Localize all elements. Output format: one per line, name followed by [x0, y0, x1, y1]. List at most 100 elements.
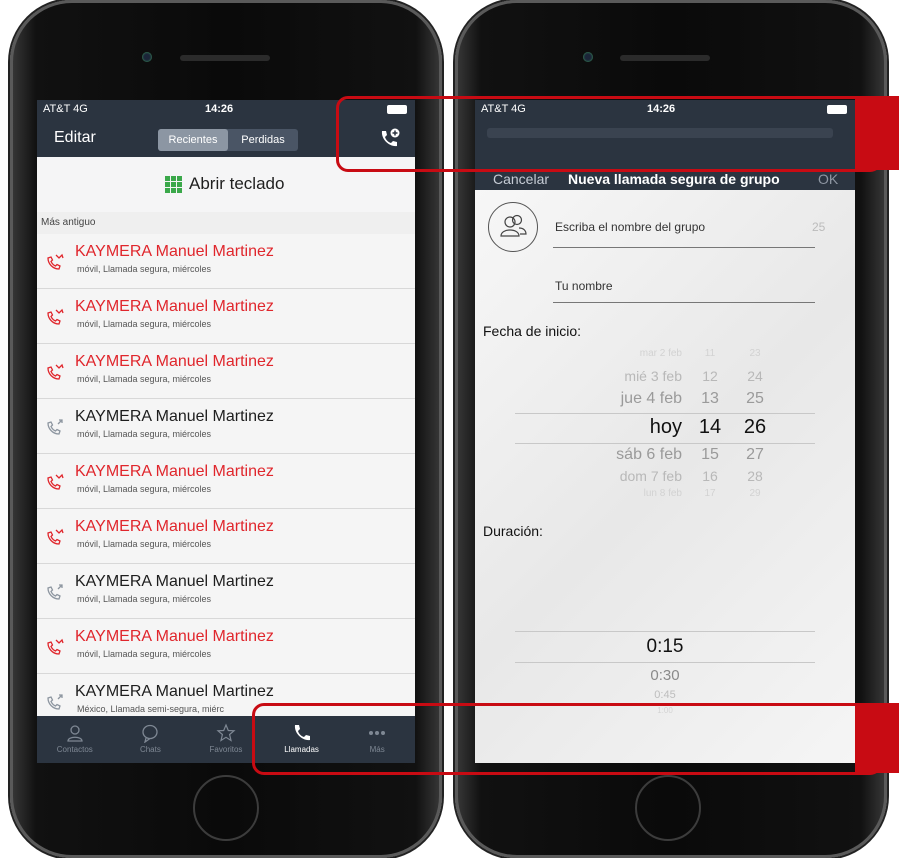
start-date-label: Fecha de inicio:	[483, 323, 582, 339]
call-row[interactable]: KAYMERA Manuel Martinez móvil, Llamada s…	[37, 619, 415, 674]
picker-minute: 28	[747, 468, 763, 484]
duration-option: 0:45	[654, 689, 676, 701]
outgoing-call-icon	[47, 419, 63, 435]
picker-hour: 14	[698, 416, 722, 438]
contacts-icon	[67, 725, 83, 742]
picker-minute: 29	[749, 488, 761, 499]
group-name-field[interactable]: Escriba el nombre del grupo	[555, 220, 705, 234]
recents-screen: AT&T 4G 14:26 Editar Recientes Perdidas …	[37, 100, 415, 763]
picker-day: hoy	[649, 416, 682, 438]
missed-call-icon	[47, 473, 64, 490]
outgoing-call-icon	[47, 694, 63, 710]
star-icon	[216, 723, 236, 742]
picker-selection-line	[515, 662, 815, 663]
picker-hour: 11	[704, 348, 716, 359]
keypad-icon	[165, 176, 182, 193]
duration-option: 0:30	[650, 667, 680, 684]
tab-label: Chats	[139, 745, 161, 754]
clock: 14:26	[205, 103, 234, 115]
recents-segmented-control: Recientes Perdidas	[158, 129, 298, 151]
group-call-form: Escriba el nombre del grupo 25 Tu nombre…	[475, 190, 855, 763]
cancel-button[interactable]: Cancelar	[493, 171, 549, 187]
picker-row: sáb 6 feb 15 27	[515, 446, 815, 468]
duration-label: Duración:	[483, 523, 543, 539]
picker-row: lun 8 feb 17 29	[515, 488, 815, 510]
caller-name: KAYMERA Manuel Martinez	[75, 298, 274, 315]
caller-name: KAYMERA Manuel Martinez	[75, 408, 274, 425]
page-title: Nueva llamada segura de grupo	[568, 171, 780, 187]
caller-name: KAYMERA Manuel Martinez	[75, 243, 274, 260]
picker-minute: 26	[743, 416, 767, 438]
call-details: móvil, Llamada segura, miércoles	[77, 539, 212, 549]
picker-minute: 25	[746, 390, 764, 407]
call-row[interactable]: KAYMERA Manuel Martinez móvil, Llamada s…	[37, 399, 415, 454]
picker-day: jue 4 feb	[620, 390, 682, 407]
start-date-picker[interactable]: mar 2 feb 11 23 mié 3 feb 12 24 jue 4 feb 13 2…	[515, 348, 815, 510]
open-keypad-label: Abrir teclado	[189, 174, 285, 193]
missed-call-icon	[47, 363, 64, 380]
highlight-top	[336, 96, 882, 172]
caller-name: KAYMERA Manuel Martinez	[75, 518, 274, 535]
picker-minute: 23	[749, 348, 761, 359]
tab-contactos[interactable]: Contactos	[37, 716, 113, 763]
picker-day: dom 7 feb	[619, 468, 682, 484]
call-details: móvil, Llamada segura, miércoles	[77, 649, 212, 659]
picker-day: mar 2 feb	[639, 348, 682, 359]
picker-row: jue 4 feb 13 25	[515, 390, 815, 412]
call-details: móvil, Llamada segura, miércoles	[77, 594, 212, 604]
picker-minute: 27	[746, 446, 764, 463]
picker-row-selected: hoy 14 26	[515, 416, 815, 438]
tab-chats[interactable]: Chats	[113, 716, 189, 763]
picker-day: sáb 6 feb	[616, 446, 682, 463]
edit-button[interactable]: Editar	[54, 129, 96, 147]
segment-recientes[interactable]: Recientes	[158, 129, 228, 151]
call-list: KAYMERA Manuel Martinez móvil, Llamada s…	[37, 234, 415, 729]
picker-selection-line	[515, 631, 815, 632]
missed-call-icon	[47, 638, 64, 655]
caller-name: KAYMERA Manuel Martinez	[75, 573, 274, 590]
picker-hour: 16	[702, 468, 718, 484]
caller-name: KAYMERA Manuel Martinez	[75, 628, 274, 645]
highlight-top-tab	[855, 96, 899, 170]
chats-icon	[142, 724, 159, 743]
front-camera	[142, 52, 152, 62]
ok-button[interactable]: OK	[818, 171, 838, 187]
call-details: México, Llamada semi-segura, miérc	[77, 704, 225, 714]
call-row[interactable]: KAYMERA Manuel Martinez móvil, Llamada s…	[37, 454, 415, 509]
front-camera	[583, 52, 593, 62]
highlight-bottom-tab	[855, 703, 899, 773]
your-name-field[interactable]: Tu nombre	[555, 279, 613, 293]
caller-name: KAYMERA Manuel Martinez	[75, 463, 274, 480]
call-row[interactable]: KAYMERA Manuel Martinez móvil, Llamada s…	[37, 234, 415, 289]
picker-day: mié 3 feb	[624, 368, 682, 384]
carrier-label: AT&T 4G	[43, 103, 88, 115]
missed-call-icon	[47, 308, 64, 325]
caller-name: KAYMERA Manuel Martinez	[75, 353, 274, 370]
your-name-underline	[553, 302, 815, 303]
call-details: móvil, Llamada segura, miércoles	[77, 484, 212, 494]
caller-name: KAYMERA Manuel Martinez	[75, 683, 274, 700]
missed-call-icon	[47, 528, 64, 545]
call-details: móvil, Llamada segura, miércoles	[77, 429, 212, 439]
segment-perdidas[interactable]: Perdidas	[228, 129, 298, 151]
section-header: Más antiguo	[37, 212, 415, 234]
picker-row: mié 3 feb 12 24	[515, 368, 815, 390]
earpiece-speaker	[620, 55, 710, 61]
tab-label: Contactos	[56, 745, 93, 754]
call-row[interactable]: KAYMERA Manuel Martinez móvil, Llamada s…	[37, 509, 415, 564]
picker-selection-line	[515, 443, 815, 444]
call-details: móvil, Llamada segura, miércoles	[77, 264, 212, 274]
earpiece-speaker	[180, 55, 270, 61]
picker-hour: 17	[704, 488, 716, 499]
picker-row: dom 7 feb 16 28	[515, 468, 815, 490]
group-avatar[interactable]	[488, 202, 538, 252]
char-counter: 25	[812, 220, 826, 234]
picker-selection-line	[515, 413, 815, 414]
call-row[interactable]: KAYMERA Manuel Martinez móvil, Llamada s…	[37, 344, 415, 399]
home-button[interactable]	[635, 775, 701, 841]
call-row[interactable]: KAYMERA Manuel Martinez móvil, Llamada s…	[37, 289, 415, 344]
call-row[interactable]: KAYMERA Manuel Martinez móvil, Llamada s…	[37, 564, 415, 619]
missed-call-icon	[47, 253, 64, 270]
picker-day: lun 8 feb	[643, 488, 682, 499]
home-button[interactable]	[193, 775, 259, 841]
